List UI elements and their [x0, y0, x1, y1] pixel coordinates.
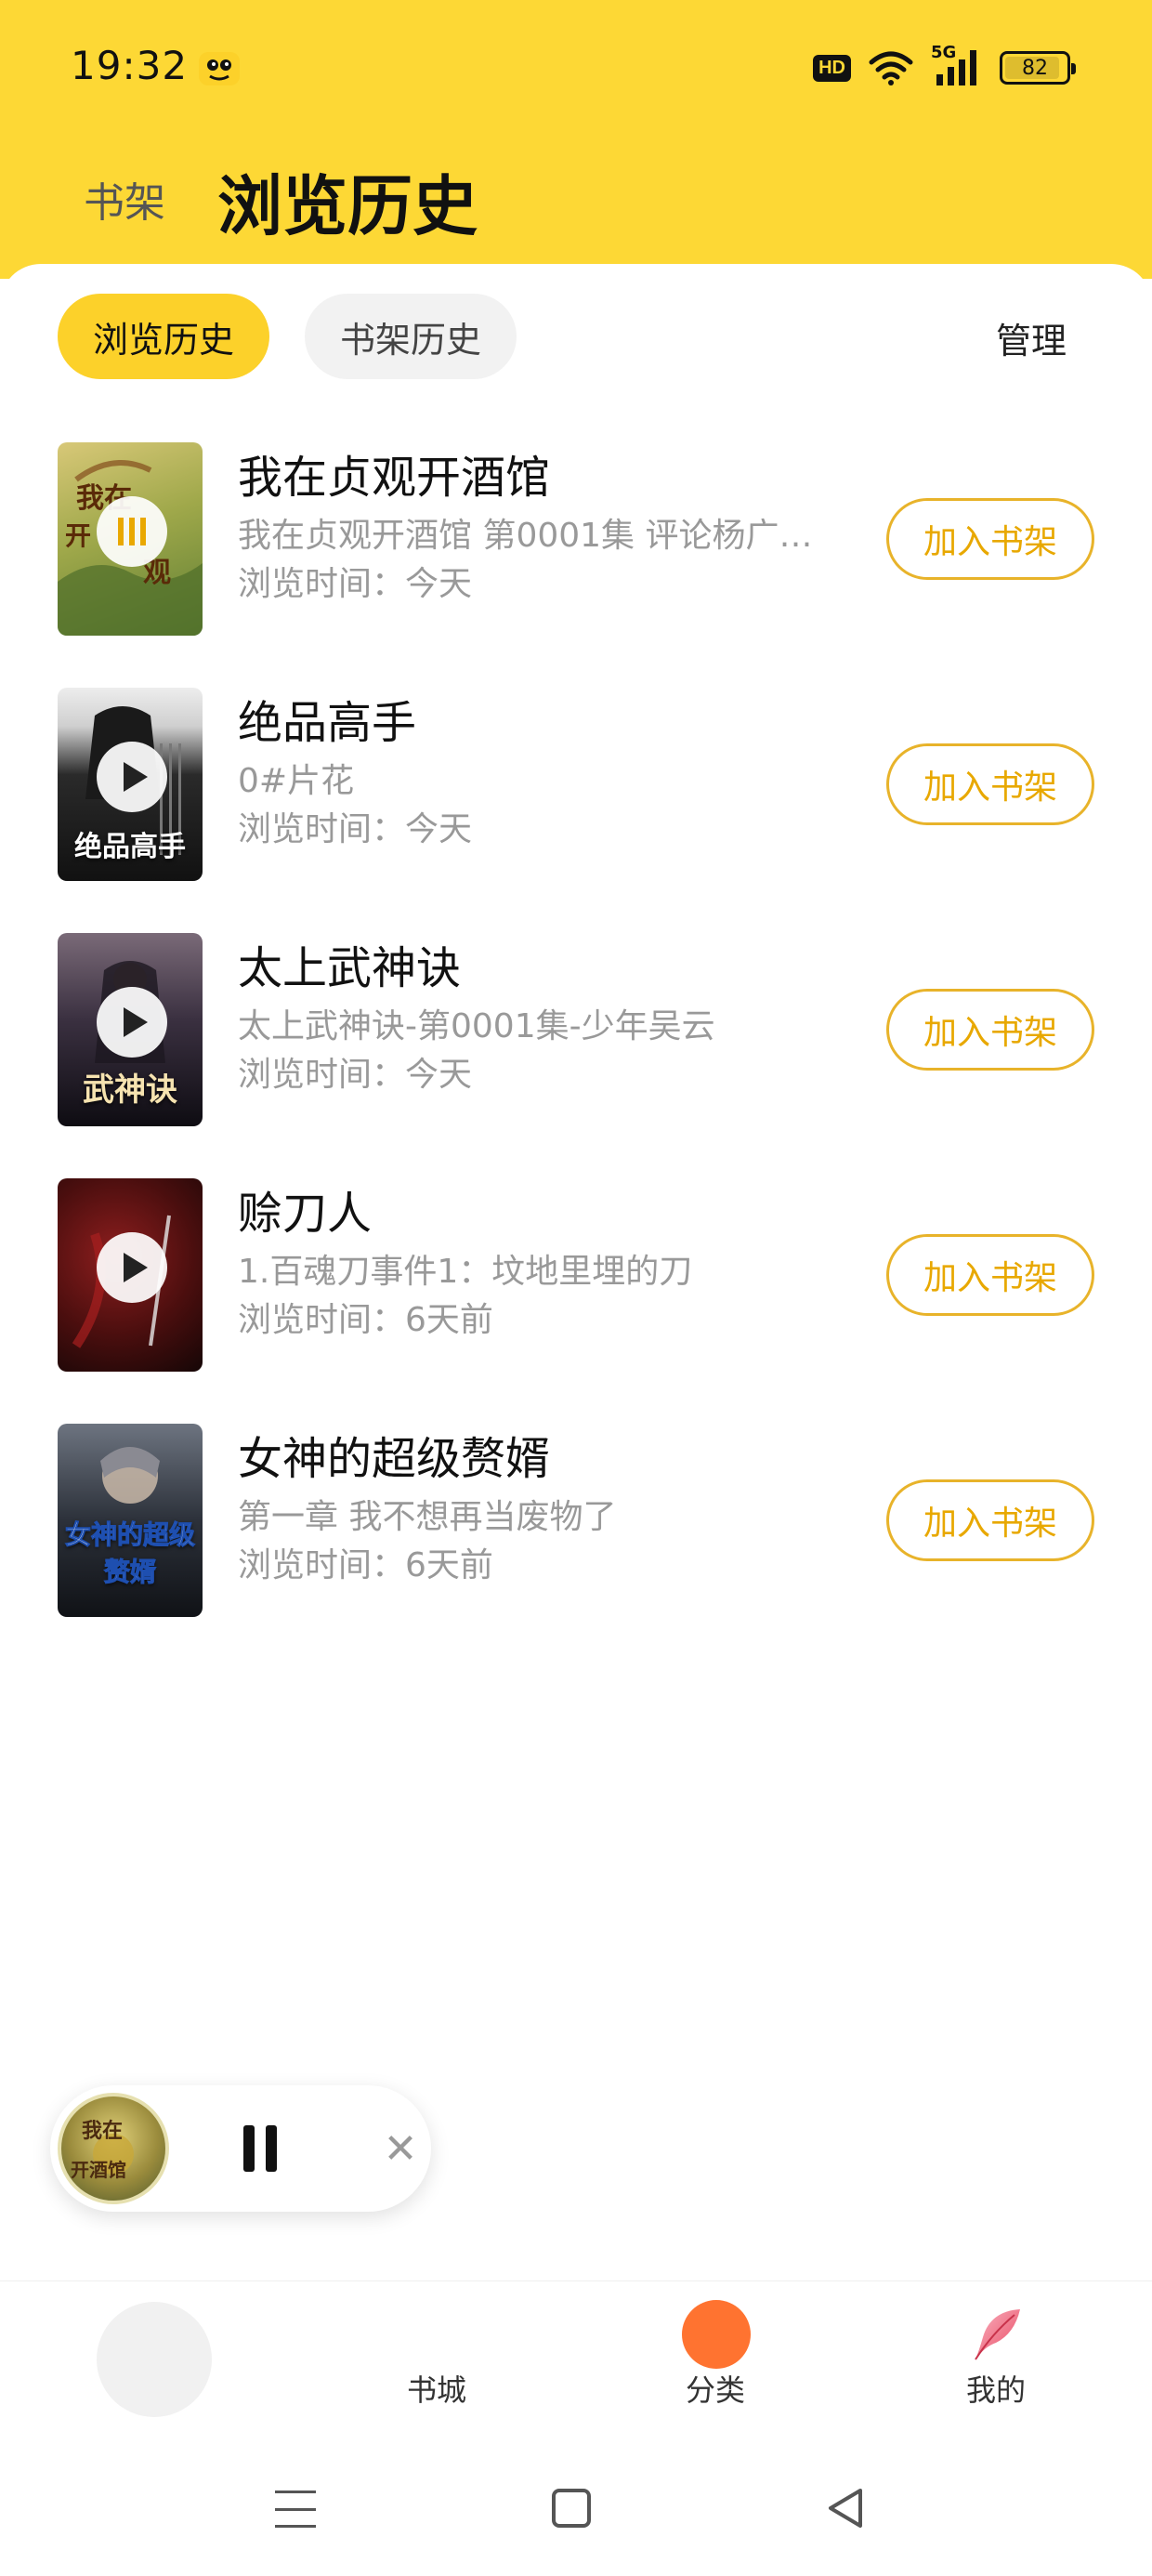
- cover-play-badge[interactable]: [97, 1232, 167, 1303]
- cover-play-badge[interactable]: [97, 987, 167, 1058]
- menu-icon[interactable]: [275, 2491, 316, 2528]
- pause-icon: [118, 518, 146, 545]
- browse-time: 浏览时间：6天前: [238, 1301, 493, 1339]
- list-item[interactable]: 武神诀 太上武神诀 太上武神诀-第0001集-少年吴云 浏览时间：今天 加入书架: [0, 933, 1152, 1178]
- tab-label: 我的: [965, 2372, 1026, 2408]
- book-title: 太上武神诀: [238, 942, 462, 994]
- svg-text:开: 开: [65, 520, 91, 551]
- book-cover[interactable]: 绝品高手: [58, 688, 203, 881]
- history-list: 我在 开 观 我在贞观开酒馆 我在贞观开酒馆 第0001集 评论杨广的... 浏…: [0, 442, 1152, 1669]
- history-segment: 浏览历史 书架历史: [58, 294, 517, 379]
- tab-bookstore[interactable]: 书城: [353, 2281, 520, 2439]
- tab-category[interactable]: 分类: [632, 2281, 799, 2439]
- book-cover[interactable]: 女神的超级赘婿: [58, 1424, 203, 1617]
- list-item[interactable]: 赊刀人 1.百魂刀事件1：坟地里埋的刀 浏览时间：6天前 加入书架: [0, 1178, 1152, 1424]
- book-title: 绝品高手: [238, 697, 417, 749]
- cover-play-badge[interactable]: [97, 742, 167, 812]
- header-tab-shelf[interactable]: 书架: [84, 169, 165, 229]
- browse-time: 浏览时间：今天: [238, 1056, 473, 1094]
- book-subtitle: 1.百魂刀事件1：坟地里埋的刀: [238, 1253, 693, 1291]
- avatar-placeholder[interactable]: [97, 2302, 212, 2417]
- book-subtitle: 第一章 我不想再当废物了: [238, 1498, 617, 1536]
- system-navigation-bar: [0, 2438, 1152, 2576]
- top-header: 19:32 HD 5G 82 书架 浏览历史: [0, 0, 1152, 279]
- notification-app-icon: [199, 52, 240, 85]
- segment-browse-history[interactable]: 浏览历史: [58, 294, 270, 379]
- tab-label: 书城: [406, 2372, 466, 2408]
- book-info: 赊刀人 1.百魂刀事件1：坟地里埋的刀 浏览时间：6天前: [238, 1186, 842, 1342]
- book-cover[interactable]: 我在 开 观: [58, 442, 203, 636]
- cover-pause-badge[interactable]: [97, 496, 167, 567]
- browse-time: 浏览时间：6天前: [238, 1546, 493, 1584]
- cover-title: 绝品高手: [74, 831, 186, 863]
- book-info: 绝品高手 0#片花 浏览时间：今天: [238, 695, 842, 851]
- book-title: 赊刀人: [238, 1188, 373, 1240]
- add-to-shelf-button[interactable]: 加入书架: [886, 498, 1094, 580]
- add-to-shelf-button[interactable]: 加入书架: [886, 989, 1094, 1071]
- back-icon[interactable]: [825, 2485, 866, 2531]
- signal-icon: 5G: [931, 43, 983, 87]
- status-icons: HD 5G 82: [813, 43, 1076, 89]
- book-info: 女神的超级赘婿 第一章 我不想再当废物了 浏览时间：6天前: [238, 1431, 842, 1587]
- book-info: 我在贞观开酒馆 我在贞观开酒馆 第0001集 评论杨广的... 浏览时间：今天: [238, 450, 842, 606]
- status-bar: 19:32 HD 5G 82: [0, 0, 1152, 139]
- header-tab-history[interactable]: 浏览历史: [217, 154, 478, 248]
- nav-header: 书架 浏览历史: [0, 149, 1152, 251]
- segment-shelf-history[interactable]: 书架历史: [305, 294, 517, 379]
- book-title: 女神的超级赘婿: [238, 1433, 551, 1485]
- book-subtitle: 我在贞观开酒馆 第0001集 评论杨广的...: [238, 517, 842, 555]
- mini-player-cover[interactable]: 我在 开酒馆: [58, 2093, 169, 2204]
- cover-title: 武神诀: [83, 1071, 177, 1109]
- book-info: 太上武神诀 太上武神诀-第0001集-少年吴云 浏览时间：今天: [238, 940, 842, 1097]
- svg-text:我在: 我在: [82, 2119, 123, 2143]
- manage-button[interactable]: 管理: [996, 312, 1067, 363]
- play-icon: [124, 1253, 148, 1282]
- wifi-icon: [869, 51, 913, 85]
- cover-title: 女神的超级赘婿: [64, 1519, 195, 1588]
- screen: 19:32 HD 5G 82 书架 浏览历史 浏览历史 书架历史 管理 我在 开…: [0, 0, 1152, 2576]
- book-cover[interactable]: [58, 1178, 203, 1372]
- battery-level: 82: [1022, 56, 1048, 80]
- bottom-tab-bar: 书城 分类 我的: [0, 2280, 1152, 2438]
- book-cover[interactable]: 武神诀: [58, 933, 203, 1126]
- category-icon: [682, 2300, 751, 2369]
- close-icon[interactable]: ✕: [377, 2123, 424, 2175]
- svg-text:开酒馆: 开酒馆: [71, 2159, 126, 2181]
- browse-time: 浏览时间：今天: [238, 810, 473, 848]
- book-subtitle: 太上武神诀-第0001集-少年吴云: [238, 1007, 715, 1045]
- battery-icon: 82: [1000, 51, 1076, 85]
- add-to-shelf-button[interactable]: 加入书架: [886, 1234, 1094, 1316]
- pause-icon[interactable]: [232, 2121, 288, 2176]
- tab-label: 分类: [685, 2372, 745, 2408]
- status-time: 19:32: [71, 43, 189, 88]
- list-item[interactable]: 我在 开 观 我在贞观开酒馆 我在贞观开酒馆 第0001集 评论杨广的... 浏…: [0, 442, 1152, 688]
- feather-icon: [975, 2309, 1020, 2360]
- play-icon: [124, 762, 148, 792]
- browse-time: 浏览时间：今天: [238, 565, 473, 603]
- list-item[interactable]: 绝品高手 绝品高手 0#片花 浏览时间：今天 加入书架: [0, 688, 1152, 933]
- list-item[interactable]: 女神的超级赘婿 女神的超级赘婿 第一章 我不想再当废物了 浏览时间：6天前 加入…: [0, 1424, 1152, 1669]
- book-title: 我在贞观开酒馆: [238, 452, 551, 504]
- content-panel: 浏览历史 书架历史 管理 我在 开 观 我在贞观开酒馆 我在贞观开酒馆 第000…: [0, 264, 1152, 2280]
- home-icon[interactable]: [552, 2489, 591, 2528]
- mini-player[interactable]: 我在 开酒馆 ✕: [50, 2085, 431, 2212]
- add-to-shelf-button[interactable]: 加入书架: [886, 1479, 1094, 1561]
- add-to-shelf-button[interactable]: 加入书架: [886, 743, 1094, 825]
- tab-mine[interactable]: 我的: [912, 2281, 1080, 2439]
- hd-badge: HD: [813, 54, 851, 82]
- book-subtitle: 0#片花: [238, 762, 355, 800]
- play-icon: [124, 1007, 148, 1037]
